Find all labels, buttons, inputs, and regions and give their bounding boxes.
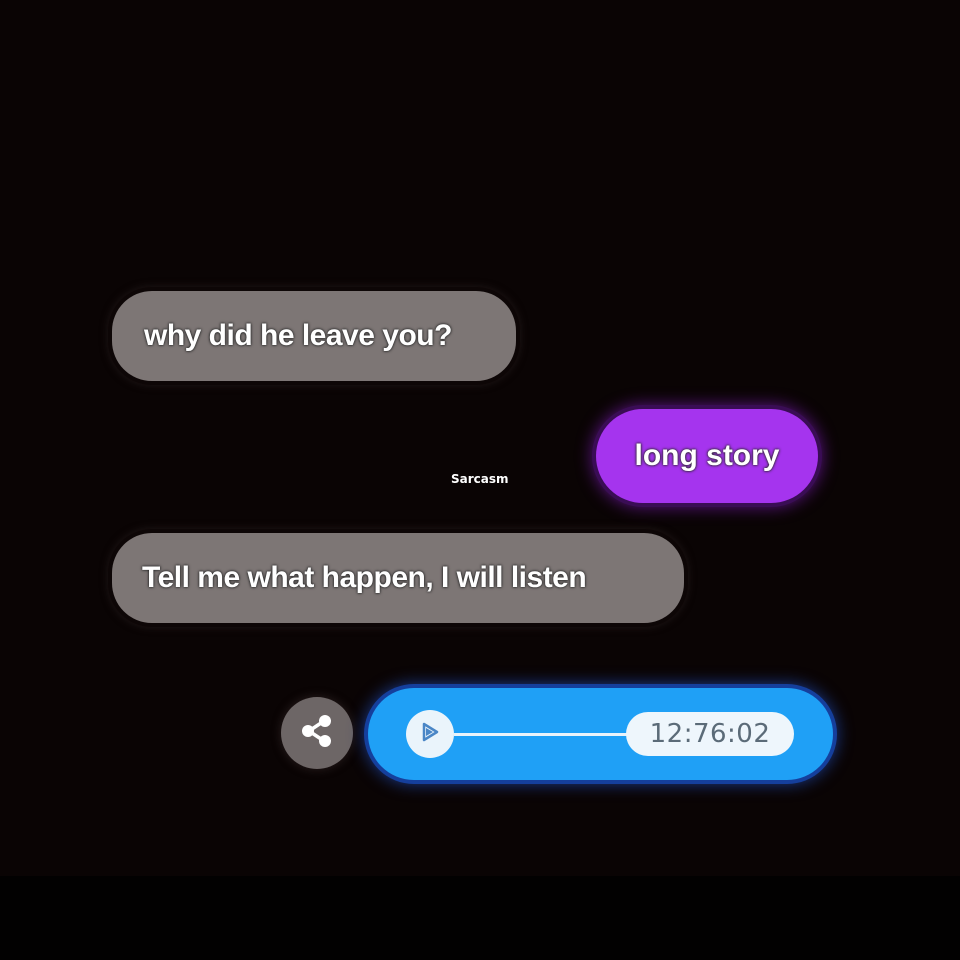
received-message-bubble[interactable]: why did he leave you? bbox=[112, 291, 516, 381]
watermark-text: Sarcasm bbox=[451, 472, 509, 486]
play-button[interactable] bbox=[406, 710, 454, 758]
bottom-band bbox=[0, 876, 960, 960]
message-text: long story bbox=[634, 439, 780, 472]
message-text: Tell me what happen, I will listen bbox=[142, 561, 587, 594]
share-icon bbox=[298, 712, 336, 755]
voice-message-bubble[interactable]: 12:76:02 bbox=[368, 688, 833, 780]
chat-screen: why did he leave you? long story Sarcasm… bbox=[0, 0, 960, 960]
message-text: why did he leave you? bbox=[144, 319, 452, 352]
play-icon bbox=[420, 721, 440, 748]
share-button[interactable] bbox=[281, 697, 353, 769]
audio-duration-label: 12:76:02 bbox=[626, 712, 794, 756]
received-message-bubble[interactable]: Tell me what happen, I will listen bbox=[112, 533, 684, 623]
sent-message-bubble[interactable]: long story bbox=[596, 409, 818, 503]
audio-progress-track[interactable] bbox=[454, 733, 634, 736]
